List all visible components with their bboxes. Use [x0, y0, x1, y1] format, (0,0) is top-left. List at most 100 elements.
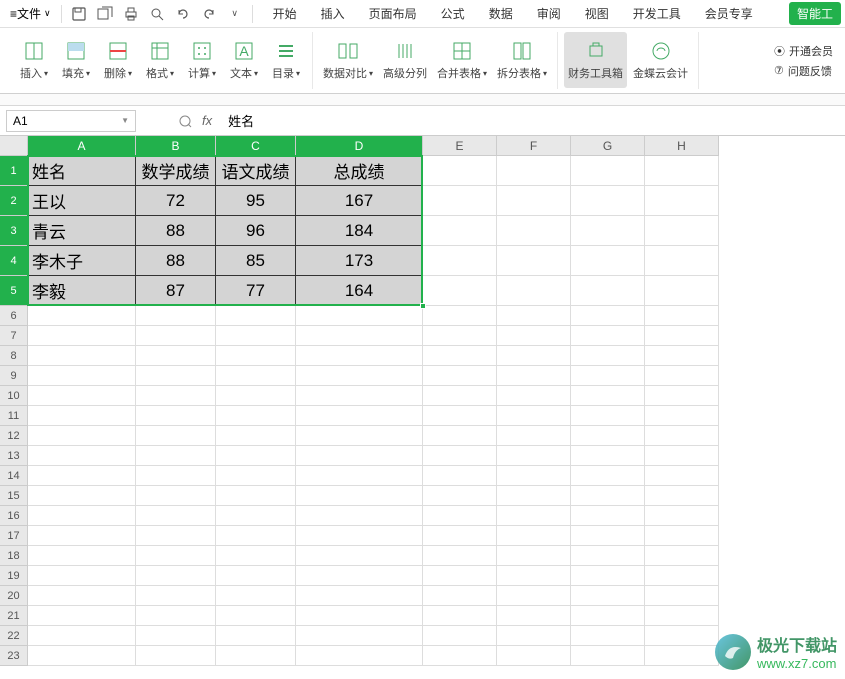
cell-H2[interactable]	[645, 186, 719, 216]
cell-H11[interactable]	[645, 406, 719, 426]
cell-E16[interactable]	[423, 506, 497, 526]
cell-C23[interactable]	[216, 646, 296, 666]
cell-A2[interactable]: 王以	[28, 186, 136, 216]
cell-D11[interactable]	[296, 406, 423, 426]
cell-B21[interactable]	[136, 606, 216, 626]
tab-devtools[interactable]: 开发工具	[623, 1, 691, 26]
cell-H8[interactable]	[645, 346, 719, 366]
cell-H18[interactable]	[645, 546, 719, 566]
ribbon-insert[interactable]: 插入▾	[14, 32, 54, 88]
col-header-F[interactable]: F	[497, 136, 571, 156]
cell-H21[interactable]	[645, 606, 719, 626]
cell-D8[interactable]	[296, 346, 423, 366]
cell-C8[interactable]	[216, 346, 296, 366]
cell-F5[interactable]	[497, 276, 571, 306]
cell-G1[interactable]	[571, 156, 645, 186]
row-header-3[interactable]: 3	[0, 216, 28, 246]
row-header-9[interactable]: 9	[0, 366, 28, 386]
cell-E18[interactable]	[423, 546, 497, 566]
cell-F13[interactable]	[497, 446, 571, 466]
cell-H20[interactable]	[645, 586, 719, 606]
cell-B14[interactable]	[136, 466, 216, 486]
cell-E14[interactable]	[423, 466, 497, 486]
cell-G23[interactable]	[571, 646, 645, 666]
cell-G4[interactable]	[571, 246, 645, 276]
cell-B20[interactable]	[136, 586, 216, 606]
cells-area[interactable]: 姓名数学成绩语文成绩总成绩王以7295167青云8896184李木子888517…	[28, 156, 719, 666]
print-icon[interactable]	[122, 5, 140, 23]
tab-view[interactable]: 视图	[575, 1, 619, 26]
cell-D5[interactable]: 164	[296, 276, 423, 306]
cell-E21[interactable]	[423, 606, 497, 626]
cell-F14[interactable]	[497, 466, 571, 486]
row-header-1[interactable]: 1	[0, 156, 28, 186]
cell-H14[interactable]	[645, 466, 719, 486]
cell-B10[interactable]	[136, 386, 216, 406]
cell-B5[interactable]: 87	[136, 276, 216, 306]
cell-C14[interactable]	[216, 466, 296, 486]
cell-F2[interactable]	[497, 186, 571, 216]
cell-G16[interactable]	[571, 506, 645, 526]
ribbon-splittable[interactable]: 拆分表格▾	[493, 32, 551, 88]
cell-D16[interactable]	[296, 506, 423, 526]
cell-F23[interactable]	[497, 646, 571, 666]
cell-G20[interactable]	[571, 586, 645, 606]
cell-D22[interactable]	[296, 626, 423, 646]
cell-D15[interactable]	[296, 486, 423, 506]
ribbon-kingdee[interactable]: 金蝶云会计	[629, 32, 692, 88]
ribbon-format[interactable]: 格式▾	[140, 32, 180, 88]
cell-G13[interactable]	[571, 446, 645, 466]
cell-G8[interactable]	[571, 346, 645, 366]
row-header-14[interactable]: 14	[0, 466, 28, 486]
tab-pagelayout[interactable]: 页面布局	[359, 1, 427, 26]
cell-B7[interactable]	[136, 326, 216, 346]
cell-A16[interactable]	[28, 506, 136, 526]
cell-G12[interactable]	[571, 426, 645, 446]
cell-A8[interactable]	[28, 346, 136, 366]
cell-B8[interactable]	[136, 346, 216, 366]
cell-A13[interactable]	[28, 446, 136, 466]
cell-D14[interactable]	[296, 466, 423, 486]
ribbon-finance[interactable]: 财务工具箱	[564, 32, 627, 88]
cell-C4[interactable]: 85	[216, 246, 296, 276]
cell-C2[interactable]: 95	[216, 186, 296, 216]
feedback-link[interactable]: ⑦问题反馈	[774, 63, 833, 79]
cell-D17[interactable]	[296, 526, 423, 546]
cell-F3[interactable]	[497, 216, 571, 246]
cell-B15[interactable]	[136, 486, 216, 506]
cell-G19[interactable]	[571, 566, 645, 586]
cell-A9[interactable]	[28, 366, 136, 386]
cell-E9[interactable]	[423, 366, 497, 386]
cell-F18[interactable]	[497, 546, 571, 566]
cell-C15[interactable]	[216, 486, 296, 506]
saveas-icon[interactable]	[96, 5, 114, 23]
cell-B3[interactable]: 88	[136, 216, 216, 246]
cell-A18[interactable]	[28, 546, 136, 566]
row-header-19[interactable]: 19	[0, 566, 28, 586]
cancel-icon[interactable]	[176, 112, 194, 130]
cell-H4[interactable]	[645, 246, 719, 276]
row-header-11[interactable]: 11	[0, 406, 28, 426]
row-header-17[interactable]: 17	[0, 526, 28, 546]
cell-E23[interactable]	[423, 646, 497, 666]
cell-E5[interactable]	[423, 276, 497, 306]
tab-insert[interactable]: 插入	[311, 1, 355, 26]
cell-D7[interactable]	[296, 326, 423, 346]
cell-G5[interactable]	[571, 276, 645, 306]
col-header-B[interactable]: B	[136, 136, 216, 156]
cell-B17[interactable]	[136, 526, 216, 546]
cell-D4[interactable]: 173	[296, 246, 423, 276]
ribbon-fill[interactable]: 填充▾	[56, 32, 96, 88]
row-header-13[interactable]: 13	[0, 446, 28, 466]
cell-C22[interactable]	[216, 626, 296, 646]
cell-C18[interactable]	[216, 546, 296, 566]
cell-H16[interactable]	[645, 506, 719, 526]
cell-H23[interactable]	[645, 646, 719, 666]
cell-B18[interactable]	[136, 546, 216, 566]
cell-E2[interactable]	[423, 186, 497, 216]
col-header-C[interactable]: C	[216, 136, 296, 156]
cell-F8[interactable]	[497, 346, 571, 366]
cell-E1[interactable]	[423, 156, 497, 186]
cell-B13[interactable]	[136, 446, 216, 466]
cell-C10[interactable]	[216, 386, 296, 406]
